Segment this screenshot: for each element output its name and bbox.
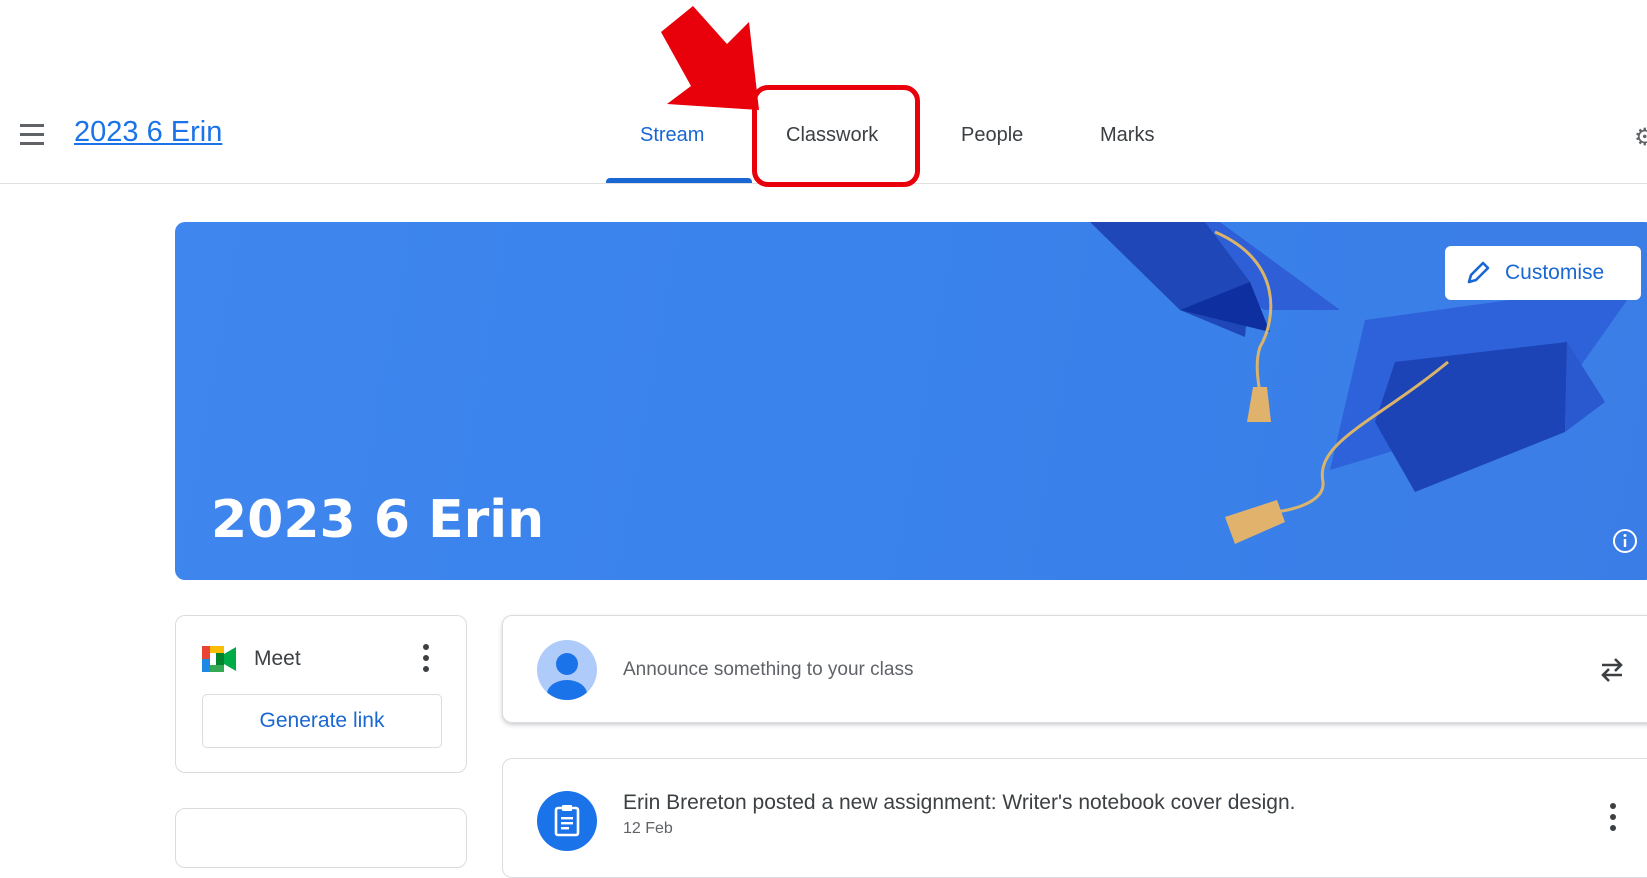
post-title[interactable]: Erin Brereton posted a new assignment: W… [623, 791, 1295, 815]
google-meet-icon [202, 646, 236, 672]
announce-box[interactable]: Announce something to your class [502, 615, 1647, 723]
info-icon[interactable] [1612, 528, 1638, 554]
class-banner: 2023 6 Erin Customise [175, 222, 1647, 580]
classwork-highlight-box [752, 85, 920, 187]
assignment-icon [537, 791, 597, 851]
avatar [537, 640, 597, 700]
pencil-icon [1467, 261, 1490, 284]
upcoming-card [175, 808, 467, 868]
meet-label: Meet [254, 647, 301, 670]
generate-link-button[interactable]: Generate link [202, 694, 442, 748]
post-date: 12 Feb [623, 820, 673, 837]
announce-input[interactable]: Announce something to your class [623, 659, 913, 681]
tab-marks[interactable]: Marks [1100, 124, 1154, 147]
stream-post[interactable]: Erin Brereton posted a new assignment: W… [502, 758, 1647, 878]
class-name-link[interactable]: 2023 6 Erin [74, 116, 222, 149]
post-more-options-icon[interactable] [1609, 803, 1617, 833]
repost-icon[interactable] [1597, 654, 1627, 686]
tab-people[interactable]: People [961, 124, 1023, 147]
meet-more-options-icon[interactable] [422, 644, 430, 674]
customise-label: Customise [1505, 261, 1605, 284]
meet-card: Meet Generate link [175, 615, 467, 773]
active-tab-indicator [606, 178, 752, 183]
banner-title: 2023 6 Erin [211, 490, 545, 550]
hamburger-menu-icon[interactable] [14, 122, 50, 148]
user-avatar-icon [547, 653, 587, 700]
gear-icon[interactable]: ⚙ [1634, 123, 1647, 152]
customise-button[interactable]: Customise [1445, 246, 1641, 300]
tab-stream[interactable]: Stream [640, 124, 704, 147]
